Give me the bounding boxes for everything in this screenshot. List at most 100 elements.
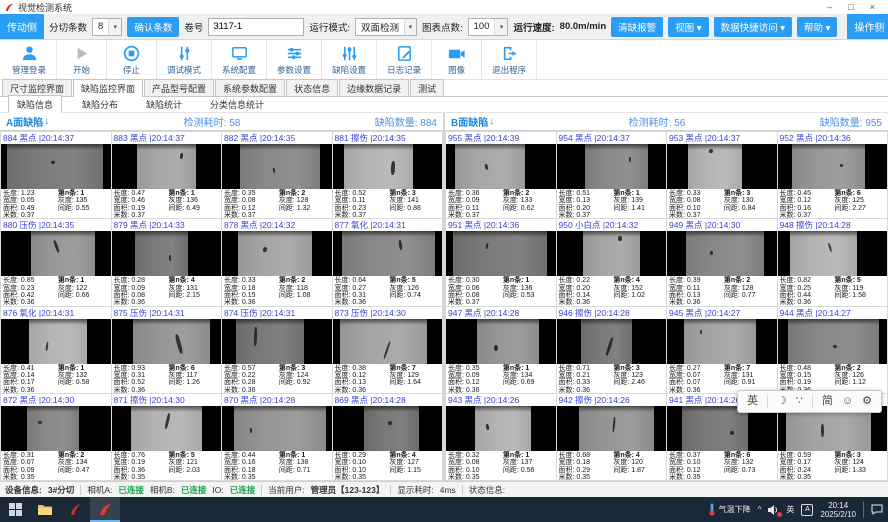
- defect-cell[interactable]: 882 黑点 |20:14:35长度: 0.35宽度: 0.08面积: 0.12…: [222, 132, 332, 218]
- chevron-down-icon[interactable]: ▾: [494, 19, 507, 35]
- defect-cell[interactable]: 883 黑点 |20:14:37长度: 0.47宽度: 0.46面积: 0.19…: [112, 132, 222, 218]
- operator-side-button[interactable]: 操作侧: [847, 14, 888, 39]
- defect-settings-button[interactable]: 缺陷设置: [322, 40, 377, 79]
- tab-status-info[interactable]: 状态信息: [286, 79, 338, 96]
- metric-line: 宽度: 0.16: [224, 459, 279, 466]
- file-explorer-button[interactable]: [30, 497, 60, 522]
- defect-cell[interactable]: 947 黑点 |20:14:28长度: 0.35宽度: 0.09面积: 0.12…: [446, 307, 556, 393]
- defect-cell[interactable]: 874 压伤 |20:14:31长度: 0.57宽度: 0.22面积: 0.28…: [222, 307, 332, 393]
- chevron-down-icon[interactable]: ▾: [108, 19, 121, 35]
- defect-cell[interactable]: 877 氧化 |20:14:31长度: 0.64宽度: 0.27面积: 0.31…: [333, 219, 443, 305]
- defect-cell[interactable]: 944 黑点 |20:14:27长度: 0.48宽度: 0.15面积: 0.19…: [778, 307, 888, 393]
- defect-metrics-left: 长度: 0.32宽度: 0.08面积: 0.10米数: 0.35: [448, 452, 503, 479]
- ime-english-toggle[interactable]: 英: [747, 396, 758, 407]
- app-taskbar-icon[interactable]: [60, 497, 90, 522]
- defect-cell[interactable]: 953 黑点 |20:14:37长度: 0.33宽度: 0.08面积: 0.10…: [667, 132, 777, 218]
- tab-system-params[interactable]: 系统参数配置: [215, 79, 285, 96]
- defect-cell[interactable]: 879 黑点 |20:14:33长度: 0.28宽度: 0.09面积: 0.08…: [112, 219, 222, 305]
- tray-expand-chevron[interactable]: ^: [758, 505, 762, 514]
- chevron-down-icon[interactable]: ▾: [404, 19, 416, 35]
- defect-cell[interactable]: 870 黑点 |20:14:28长度: 0.44宽度: 0.16面积: 0.18…: [222, 394, 332, 480]
- taskbar-clock[interactable]: 20:14 2025/2/10: [820, 501, 856, 519]
- log-record-button[interactable]: 日志记录: [377, 40, 432, 79]
- defect-metrics-right: 第n条: 5灰度: 126间距: 0.74: [389, 277, 440, 304]
- defect-cell[interactable]: 884 黑点 |20:14:37长度: 1.23宽度: 0.05面积: 0.49…: [1, 132, 111, 218]
- tab-product-config[interactable]: 产品型号配置: [144, 79, 214, 96]
- ime-settings-icon[interactable]: ⚙: [862, 396, 872, 407]
- defect-cell[interactable]: 948 擦伤 |20:14:28长度: 0.82宽度: 0.25面积: 0.44…: [778, 219, 888, 305]
- exit-program-button[interactable]: 退出程序: [482, 40, 537, 79]
- view-menu-button[interactable]: 视图 ▾: [668, 17, 708, 37]
- defect-cell[interactable]: 869 黑点 |20:14:28长度: 0.29宽度: 0.10面积: 0.10…: [333, 394, 443, 480]
- sort-down-icon[interactable]: ↓: [44, 116, 49, 127]
- drive-side-button[interactable]: 传动侧: [0, 14, 44, 39]
- confirm-count-button[interactable]: 确认条数: [127, 17, 179, 37]
- subtab-defect-stats[interactable]: 缺陷统计: [138, 96, 190, 112]
- subtab-defect-distribution[interactable]: 缺陷分布: [74, 96, 126, 112]
- run-mode-select[interactable]: 双面检测 ▾: [355, 18, 417, 36]
- defect-metrics-right: 第n条: 4灰度: 131间距: 2.15: [168, 277, 219, 304]
- minimize-button[interactable]: –: [827, 0, 832, 14]
- debug-mode-button[interactable]: 调试模式: [157, 40, 212, 79]
- close-button[interactable]: ×: [870, 0, 875, 14]
- subtab-class-stats[interactable]: 分类信息统计: [202, 96, 272, 112]
- tab-size-monitor[interactable]: 尺寸监控界面: [2, 79, 72, 96]
- defect-cell[interactable]: 880 压伤 |20:14:35长度: 0.85宽度: 0.23面积: 0.42…: [1, 219, 111, 305]
- defect-cell[interactable]: 878 黑点 |20:14:32长度: 0.33宽度: 0.18面积: 0.15…: [222, 219, 332, 305]
- stop-button[interactable]: 停止: [107, 40, 157, 79]
- ime-emoji-icon[interactable]: ☺: [842, 396, 853, 407]
- defect-cell[interactable]: 950 小白点 |20:14:32长度: 0.22宽度: 0.20面积: 0.1…: [557, 219, 667, 305]
- maximize-button[interactable]: □: [848, 0, 853, 14]
- start-button[interactable]: 开始: [57, 40, 107, 79]
- clear-alarm-button[interactable]: 清缺报警: [611, 17, 663, 37]
- defect-cell[interactable]: 955 黑点 |20:14:39长度: 0.36宽度: 0.09面积: 0.11…: [446, 132, 556, 218]
- defect-panels: A面缺陷↓检测耗时: 58缺陷数量: 884884 黑点 |20:14:37长度…: [0, 113, 888, 481]
- quick-access-menu-button[interactable]: 数据快捷访问 ▾: [714, 17, 792, 37]
- slit-count-select[interactable]: 8 ▾: [92, 18, 122, 36]
- metric-line: 宽度: 0.18: [224, 285, 279, 292]
- weather-widget[interactable]: 气温下降: [708, 503, 751, 516]
- image-button[interactable]: 图像: [432, 40, 482, 79]
- param-settings-button[interactable]: 参数设置: [267, 40, 322, 79]
- defect-image-strip: [344, 144, 414, 189]
- ime-punctuation-icon[interactable]: ∵: [796, 396, 803, 407]
- start-button[interactable]: [0, 497, 30, 522]
- admin-login-button[interactable]: 管理登录: [2, 40, 57, 79]
- help-menu-button[interactable]: 帮助 ▾: [797, 17, 837, 37]
- defect-cell[interactable]: 872 黑点 |20:14:30长度: 0.31宽度: 0.07面积: 0.09…: [1, 394, 111, 480]
- metric-line: 米数: 0.36: [448, 387, 503, 393]
- volume-icon[interactable]: [768, 505, 779, 515]
- ime-mode-icon[interactable]: A: [801, 504, 813, 516]
- metric-line: 灰度: 121: [168, 459, 219, 466]
- defect-cell[interactable]: 875 压伤 |20:14:31长度: 0.93宽度: 0.31面积: 0.52…: [112, 307, 222, 393]
- notification-center-button[interactable]: [871, 504, 883, 515]
- roll-number-input[interactable]: [208, 18, 304, 36]
- ime-simplified-toggle[interactable]: 简: [822, 396, 833, 407]
- defect-cell[interactable]: 949 黑点 |20:14:30长度: 0.39宽度: 0.11面积: 0.13…: [667, 219, 777, 305]
- metric-line: 间距: 0.92: [279, 379, 330, 386]
- ime-night-icon[interactable]: ☽: [777, 396, 787, 407]
- defect-cell[interactable]: 871 擦伤 |20:14:30长度: 0.76宽度: 0.19面积: 0.36…: [112, 394, 222, 480]
- defect-mark: [827, 243, 831, 252]
- defect-cell[interactable]: 952 黑点 |20:14:36长度: 0.45宽度: 0.12面积: 0.16…: [778, 132, 888, 218]
- chart-points-select[interactable]: 100 ▾: [468, 18, 509, 36]
- tab-test[interactable]: 测试: [410, 79, 444, 96]
- ime-language-indicator[interactable]: 英: [786, 504, 794, 515]
- app-taskbar-icon-active[interactable]: [90, 497, 120, 522]
- subtab-defect-info[interactable]: 缺陷信息: [8, 95, 62, 113]
- sort-down-icon[interactable]: ↓: [489, 116, 494, 127]
- defect-cell[interactable]: 881 擦伤 |20:14:35长度: 0.52宽度: 0.11面积: 0.23…: [333, 132, 443, 218]
- defect-cell-header: 951 黑点 |20:14:36: [446, 219, 556, 231]
- defect-cell[interactable]: 943 黑点 |20:14:26长度: 0.32宽度: 0.08面积: 0.10…: [446, 394, 556, 480]
- defect-cell[interactable]: 942 擦伤 |20:14:26长度: 0.68宽度: 0.18面积: 0.29…: [557, 394, 667, 480]
- defect-image-strip: [342, 231, 436, 276]
- system-config-button[interactable]: 系统配置: [212, 40, 267, 79]
- defect-cell[interactable]: 954 黑点 |20:14:37长度: 0.51宽度: 0.13面积: 0.20…: [557, 132, 667, 218]
- defect-cell[interactable]: 876 氧化 |20:14:31长度: 0.41宽度: 0.14面积: 0.17…: [1, 307, 111, 393]
- tab-edge-data[interactable]: 边缘数据记录: [339, 79, 409, 96]
- defect-cell[interactable]: 951 黑点 |20:14:36长度: 0.30宽度: 0.06面积: 0.08…: [446, 219, 556, 305]
- defect-cell[interactable]: 945 黑点 |20:14:27长度: 0.27宽度: 0.07面积: 0.07…: [667, 307, 777, 393]
- defect-cell[interactable]: 873 压伤 |20:14:30长度: 0.38宽度: 0.12面积: 0.13…: [333, 307, 443, 393]
- defect-cell[interactable]: 946 擦伤 |20:14:28长度: 0.71宽度: 0.21面积: 0.33…: [557, 307, 667, 393]
- tab-defect-monitor[interactable]: 缺陷监控界面: [73, 79, 143, 97]
